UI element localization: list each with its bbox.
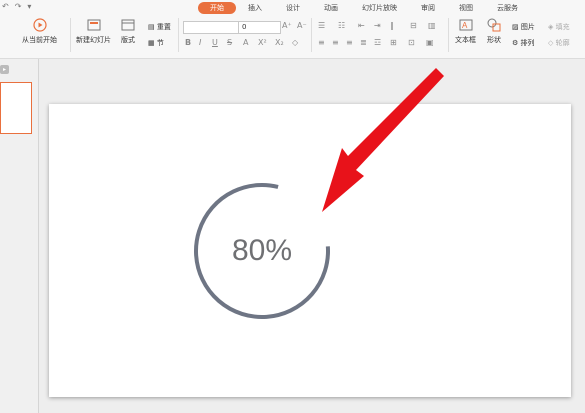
- progress-percentage: 80%: [231, 234, 293, 267]
- red-arrow-icon: [322, 68, 444, 212]
- slide-graphics: [194, 68, 444, 319]
